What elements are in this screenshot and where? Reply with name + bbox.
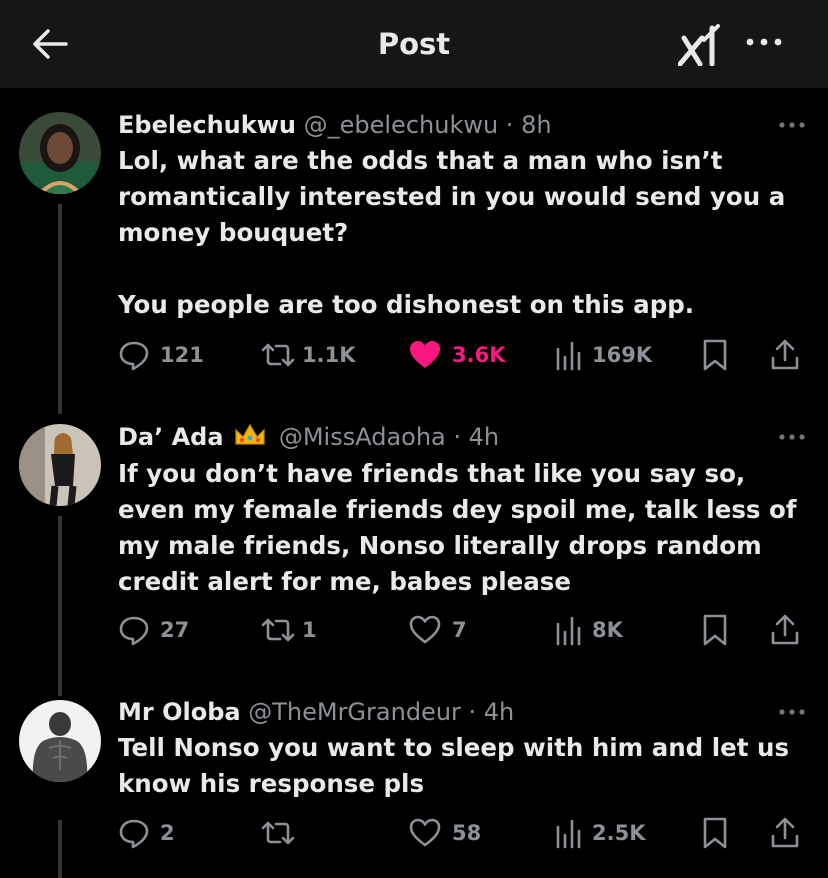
reply-button[interactable]: 2	[118, 815, 175, 851]
handle-and-time[interactable]: @MissAdaoha · 4h	[279, 423, 499, 451]
post-meta: Mr Oloba @TheMrGrandeur · 4h	[118, 697, 514, 727]
like-button[interactable]: 7	[408, 612, 467, 648]
heart-filled-icon	[410, 341, 440, 368]
like-count: 7	[452, 618, 467, 642]
post-text: Tell Nonso you want to sleep with him an…	[118, 733, 790, 798]
thread-connector	[58, 820, 62, 878]
reply-button[interactable]: 27	[118, 612, 189, 648]
share-icon[interactable]	[770, 815, 800, 851]
post-actions: 121 1.1K 3.6K 169K	[118, 337, 808, 373]
repost-button[interactable]: 1.1K	[260, 337, 355, 373]
view-count: 169K	[592, 343, 653, 367]
avatar[interactable]	[19, 112, 101, 194]
views-button[interactable]: 169K	[554, 337, 652, 373]
like-count: 3.6K	[452, 343, 506, 367]
thread-connector	[58, 204, 62, 414]
more-options-icon[interactable]	[744, 32, 784, 52]
like-button[interactable]: 58	[408, 815, 481, 851]
heart-outline-icon	[409, 615, 441, 644]
post-more-icon[interactable]	[778, 430, 806, 444]
like-button[interactable]: 3.6K	[408, 337, 505, 373]
display-name[interactable]: Da’ Ada	[118, 423, 224, 451]
repost-icon	[261, 618, 295, 642]
avatar[interactable]	[19, 700, 101, 782]
reply-count: 121	[160, 343, 204, 367]
share-icon[interactable]	[770, 337, 800, 373]
reply-button[interactable]: 121	[118, 337, 204, 373]
share-icon[interactable]	[770, 612, 800, 648]
post-text: If you don’t have friends that like you …	[118, 459, 797, 596]
post-more-icon[interactable]	[778, 705, 806, 719]
view-count: 8K	[592, 618, 623, 642]
post-text: Lol, what are the odds that a man who is…	[118, 146, 786, 319]
reply-count: 2	[160, 821, 175, 845]
views-chart-icon	[556, 341, 581, 371]
like-count: 58	[452, 821, 482, 845]
post-more-icon[interactable]	[778, 118, 806, 132]
views-button[interactable]: 2.5K	[554, 815, 645, 851]
thread-connector	[58, 516, 62, 696]
post-actions: 2 58 2.5K	[118, 815, 808, 851]
repost-button[interactable]: 1	[260, 612, 317, 648]
top-bar: Post	[0, 0, 828, 88]
crown-emoji-icon	[235, 423, 265, 445]
views-chart-icon	[556, 819, 581, 849]
handle-and-time[interactable]: @_ebelechukwu · 8h	[304, 111, 552, 139]
reply-icon	[119, 616, 149, 646]
handle-and-time[interactable]: @TheMrGrandeur · 4h	[248, 698, 514, 726]
view-count: 2.5K	[592, 821, 646, 845]
bookmark-icon[interactable]	[702, 612, 728, 648]
reply-icon	[119, 819, 149, 849]
post-meta: Da’ Ada @MissAdaoha · 4h	[118, 422, 499, 452]
post-actions: 27 1 7 8K	[118, 612, 808, 648]
display-name[interactable]: Mr Oloba	[118, 698, 241, 726]
views-chart-icon	[556, 616, 581, 646]
avatar[interactable]	[19, 424, 101, 506]
bookmark-icon[interactable]	[702, 337, 728, 373]
repost-button[interactable]	[260, 815, 302, 851]
reply-icon	[119, 341, 149, 371]
repost-icon	[261, 821, 295, 845]
repost-icon	[261, 343, 295, 367]
views-button[interactable]: 8K	[554, 612, 623, 648]
repost-count: 1	[302, 618, 317, 642]
post-meta: Ebelechukwu @_ebelechukwu · 8h	[118, 110, 552, 140]
grok-logo-icon[interactable]	[678, 24, 724, 66]
repost-count: 1.1K	[302, 343, 356, 367]
display-name[interactable]: Ebelechukwu	[118, 111, 296, 139]
bookmark-icon[interactable]	[702, 815, 728, 851]
heart-outline-icon	[409, 818, 441, 847]
reply-count: 27	[160, 618, 190, 642]
